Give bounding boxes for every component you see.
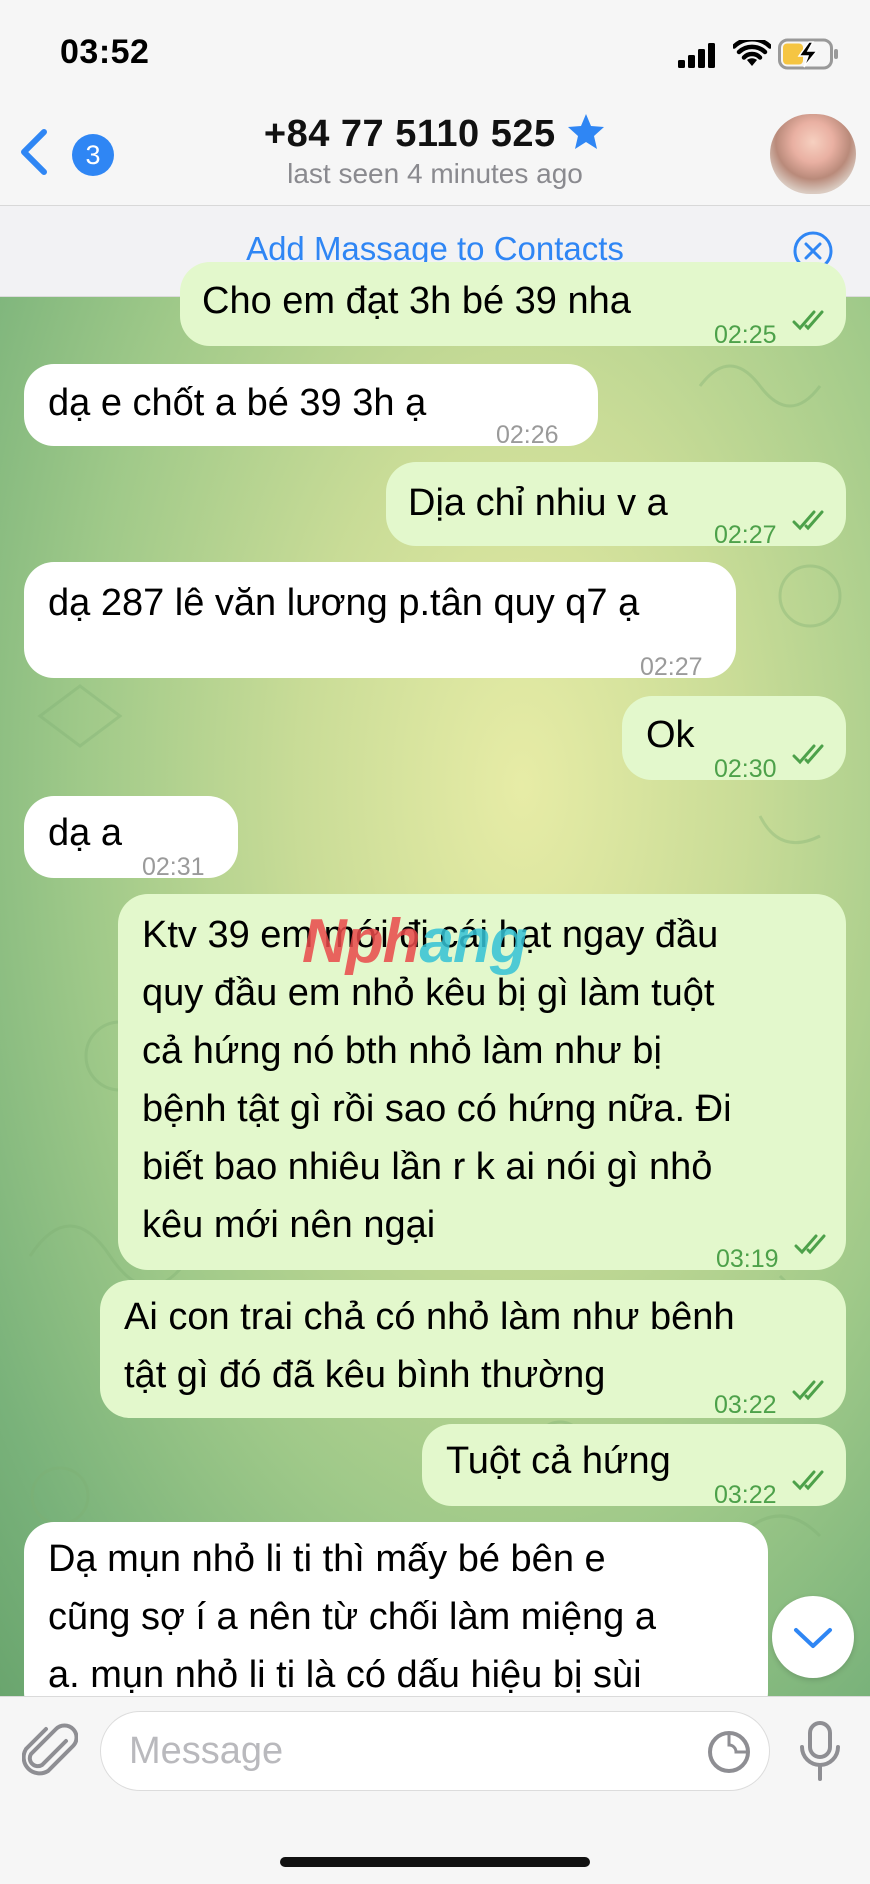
chat-header: 3 +84 77 5110 525 last seen 4 minutes ag…	[0, 100, 870, 206]
message-bubble-outgoing[interactable]: Dịa chỉ nhiu v a 02:27	[386, 462, 846, 549]
message-line: cả hứng nó bth nhỏ làm như bị	[142, 1030, 662, 1072]
message-input[interactable]: Message	[100, 1711, 770, 1791]
attach-icon[interactable]	[22, 1723, 78, 1783]
checkmarks-icon	[792, 310, 824, 331]
checkmarks-icon	[792, 1470, 824, 1491]
message-time: 02:27	[714, 521, 777, 549]
message-bubble-incoming[interactable]: dạ 287 lê văn lương p.tân quy q7 ạ 02:27	[24, 562, 736, 681]
message-time: 02:31	[142, 853, 205, 881]
message-time: 02:27	[640, 653, 703, 681]
message-text: Dạ mụn nhỏ li ti thì mấy bé bên e cũng s…	[48, 1530, 656, 1704]
checkmarks-icon	[794, 1234, 826, 1255]
message-text: Dịa chỉ nhiu v a	[408, 482, 668, 524]
star-icon	[568, 114, 605, 149]
message-line: cũng sợ í a nên từ chối làm miệng a	[48, 1596, 656, 1638]
message-line: tật gì đó đã kêu bình thường	[124, 1354, 606, 1396]
message-time: 03:22	[714, 1481, 777, 1509]
message-text: Cho em đạt 3h bé 39 nha	[202, 280, 631, 322]
message-time: 02:25	[714, 321, 777, 349]
message-composer: Message	[0, 1696, 870, 1884]
contact-name: +84 77 5110 525	[263, 113, 556, 155]
status-time: 03:52	[60, 33, 150, 71]
message-bubble-incoming[interactable]: dạ a 02:31	[24, 796, 238, 881]
home-indicator	[280, 1857, 590, 1867]
message-text: dạ e chốt a bé 39 3h ạ	[48, 382, 427, 424]
message-bubble-outgoing[interactable]: Tuột cả hứng 03:22	[422, 1424, 846, 1509]
watermark-part-1: Nph	[302, 907, 421, 976]
chevron-down-icon	[794, 1628, 832, 1648]
contact-title[interactable]: +84 77 5110 525	[0, 112, 870, 156]
message-line: Dạ mụn nhỏ li ti thì mấy bé bên e	[48, 1538, 606, 1580]
checkmarks-icon	[792, 1380, 824, 1401]
message-line: bệnh tật gì rồi sao có hứng nữa. Đi	[142, 1088, 732, 1130]
scroll-to-bottom-button[interactable]	[772, 1596, 854, 1678]
message-bubble-incoming[interactable]: dạ e chốt a bé 39 3h ạ 02:26	[24, 364, 598, 449]
last-seen-status: last seen 4 minutes ago	[287, 158, 583, 189]
status-bar: 03:52	[0, 0, 870, 100]
message-line: kêu mới nên ngại	[142, 1204, 436, 1246]
message-bubble-incoming[interactable]: Dạ mụn nhỏ li ti thì mấy bé bên e cũng s…	[24, 1522, 768, 1722]
message-text: Ok	[646, 714, 695, 756]
message-line: biết bao nhiêu lần r k ai nói gì nhỏ	[142, 1146, 713, 1188]
message-bubble-outgoing[interactable]: Cho em đạt 3h bé 39 nha 02:25	[180, 262, 846, 349]
message-time: 02:26	[496, 421, 559, 449]
watermark-logo: Nphang	[302, 906, 528, 977]
message-text: Tuột cả hứng	[446, 1440, 671, 1482]
watermark-part-2: ang	[419, 907, 528, 976]
message-bubble-outgoing[interactable]: Ok 02:30	[622, 696, 846, 783]
message-text: dạ a	[48, 812, 122, 854]
message-bubble-outgoing[interactable]: Ai con trai chả có nhỏ làm như bênh tật …	[100, 1280, 846, 1419]
checkmarks-icon	[792, 744, 824, 765]
message-text: dạ 287 lê văn lương p.tân quy q7 ạ	[48, 582, 640, 624]
mic-icon[interactable]	[796, 1721, 844, 1783]
checkmarks-icon	[792, 510, 824, 531]
telegram-chat-screen: 03:52 3 +84 77 5110 525 last seen 4 minu…	[0, 0, 870, 1884]
sticker-icon[interactable]	[706, 1729, 752, 1775]
message-text: Ai con trai chả có nhỏ làm như bênh tật …	[124, 1288, 735, 1404]
battery-icon	[778, 38, 838, 70]
signal-icon	[678, 43, 715, 68]
wifi-icon	[733, 40, 771, 66]
contact-avatar[interactable]	[770, 114, 856, 194]
message-time: 02:30	[714, 755, 777, 783]
message-line: Ai con trai chả có nhỏ làm như bênh	[124, 1296, 735, 1338]
